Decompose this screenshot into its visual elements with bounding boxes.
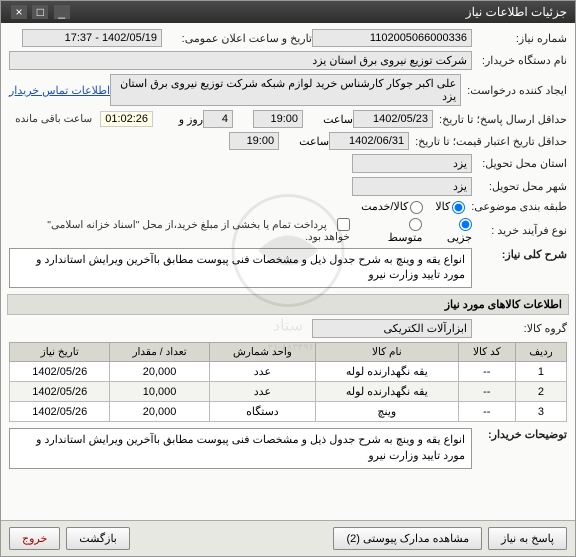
window-title: جزئیات اطلاعات نیاز xyxy=(466,5,567,19)
validity-label: حداقل تاریخ اعتبار قیمت؛ تا تاریخ: xyxy=(409,135,567,148)
buyer-notes-box: انواع یقه و وینچ به شرح جدول ذیل و مشخصا… xyxy=(9,428,472,469)
cell-unit: دستگاه xyxy=(209,402,315,422)
reqno-field: 1102005066000336 xyxy=(312,29,472,47)
cell-date: 1402/05/26 xyxy=(10,382,110,402)
days-left-field: 4 xyxy=(203,110,233,128)
radio-partial[interactable]: جزیی xyxy=(434,218,472,244)
cell-idx: 3 xyxy=(515,402,566,422)
city-field: یزد xyxy=(352,177,472,196)
maximize-icon[interactable]: □ xyxy=(32,5,48,19)
deadline-time-field: 19:00 xyxy=(253,110,303,128)
creator-label: ایجاد کننده درخواست: xyxy=(461,84,567,97)
cell-date: 1402/05/26 xyxy=(10,362,110,382)
footer-bar: پاسخ به نیاز مشاهده مدارک پیوستی (2) باز… xyxy=(1,520,575,556)
cell-name: وینچ xyxy=(316,402,458,422)
table-row[interactable]: 2--یقه نگهدارنده لولهعدد10,0001402/05/26 xyxy=(10,382,567,402)
cell-qty: 20,000 xyxy=(110,362,209,382)
buyer-notes-label: توضیحات خریدار: xyxy=(472,428,567,441)
close-icon[interactable]: × xyxy=(11,5,27,19)
th-idx: ردیف xyxy=(515,343,566,362)
category-label: طبقه بندی موضوعی: xyxy=(465,200,567,213)
table-header-row: ردیف کد کالا نام کالا واحد شمارش تعداد /… xyxy=(10,343,567,362)
cell-name: یقه نگهدارنده لوله xyxy=(316,362,458,382)
cell-code: -- xyxy=(458,362,515,382)
window-titlebar: جزئیات اطلاعات نیاز _ □ × xyxy=(1,1,575,23)
timeleft-field: 01:02:26 xyxy=(100,111,153,127)
pubdate-field: 1402/05/19 - 17:37 xyxy=(22,29,162,47)
cell-name: یقه نگهدارنده لوله xyxy=(316,382,458,402)
items-section-header: اطلاعات کالاهای مورد نیاز xyxy=(7,294,569,315)
province-label: استان محل تحویل: xyxy=(472,157,567,170)
checkbox-payment[interactable]: پرداخت تمام یا بخشی از مبلغ خرید،از محل … xyxy=(21,218,350,243)
cell-unit: عدد xyxy=(209,362,315,382)
cell-qty: 10,000 xyxy=(110,382,209,402)
radio-goods-input[interactable] xyxy=(452,201,465,214)
validity-date-field: 1402/06/31 xyxy=(329,132,409,150)
cell-date: 1402/05/26 xyxy=(10,402,110,422)
timeleft-suffix: ساعت باقی مانده xyxy=(15,113,92,125)
cell-idx: 1 xyxy=(515,362,566,382)
th-name: نام کالا xyxy=(316,343,458,362)
creator-field: علی اکبر جوکار کارشناس خرید لوازم شبکه ش… xyxy=(110,74,461,106)
radio-partial-input[interactable] xyxy=(459,218,472,231)
cell-unit: عدد xyxy=(209,382,315,402)
th-date: تاریخ نیاز xyxy=(10,343,110,362)
province-field: یزد xyxy=(352,154,472,173)
group-field: ابزارآلات الکتریکی xyxy=(312,319,472,338)
pubdate-label: تاریخ و ساعت اعلان عمومی: xyxy=(162,32,312,45)
city-label: شهر محل تحویل: xyxy=(472,180,567,193)
back-button[interactable]: بازگشت xyxy=(66,527,130,550)
radio-service[interactable]: کالا/خدمت xyxy=(361,200,423,214)
th-unit: واحد شمارش xyxy=(209,343,315,362)
time-label-2: ساعت xyxy=(279,135,329,148)
cell-code: -- xyxy=(458,382,515,402)
table-row[interactable]: 3--وینچدستگاه20,0001402/05/26 xyxy=(10,402,567,422)
checkbox-payment-input[interactable] xyxy=(337,218,350,231)
reqno-label: شماره نیاز: xyxy=(472,32,567,45)
radio-medium-input[interactable] xyxy=(409,218,422,231)
items-table: ردیف کد کالا نام کالا واحد شمارش تعداد /… xyxy=(9,342,567,422)
validity-time-field: 19:00 xyxy=(229,132,279,150)
attachments-button[interactable]: مشاهده مدارک پیوستی (2) xyxy=(333,527,482,550)
th-qty: تعداد / مقدار xyxy=(110,343,209,362)
day-label: روز و xyxy=(153,113,203,126)
cell-code: -- xyxy=(458,402,515,422)
buytype-label: نوع فرآیند خرید : xyxy=(472,224,567,237)
desc-header-label: شرح کلی نیاز: xyxy=(472,248,567,261)
radio-goods[interactable]: کالا xyxy=(435,200,465,214)
radio-service-input[interactable] xyxy=(410,201,423,214)
th-code: کد کالا xyxy=(458,343,515,362)
buyer-label: نام دستگاه خریدار: xyxy=(472,54,567,67)
time-label-1: ساعت xyxy=(303,113,353,126)
exit-button[interactable]: خروج xyxy=(9,527,60,550)
table-row[interactable]: 1--یقه نگهدارنده لولهعدد20,0001402/05/26 xyxy=(10,362,567,382)
deadline-date-field: 1402/05/23 xyxy=(353,110,433,128)
deadline-label: حداقل ارسال پاسخ؛ تا تاریخ: xyxy=(433,113,567,126)
buyer-field: شرکت توزیع نیروی برق استان یزد xyxy=(9,51,472,70)
group-label: گروه کالا: xyxy=(472,322,567,335)
cell-qty: 20,000 xyxy=(110,402,209,422)
window-controls: _ □ × xyxy=(9,5,70,19)
minimize-icon[interactable]: _ xyxy=(54,5,70,19)
cell-idx: 2 xyxy=(515,382,566,402)
respond-button[interactable]: پاسخ به نیاز xyxy=(488,527,567,550)
desc-box: انواع یقه و وینچ به شرح جدول ذیل و مشخصا… xyxy=(9,248,472,289)
radio-medium[interactable]: متوسط xyxy=(376,218,423,244)
contact-link[interactable]: اطلاعات تماس خریدار xyxy=(9,84,110,97)
